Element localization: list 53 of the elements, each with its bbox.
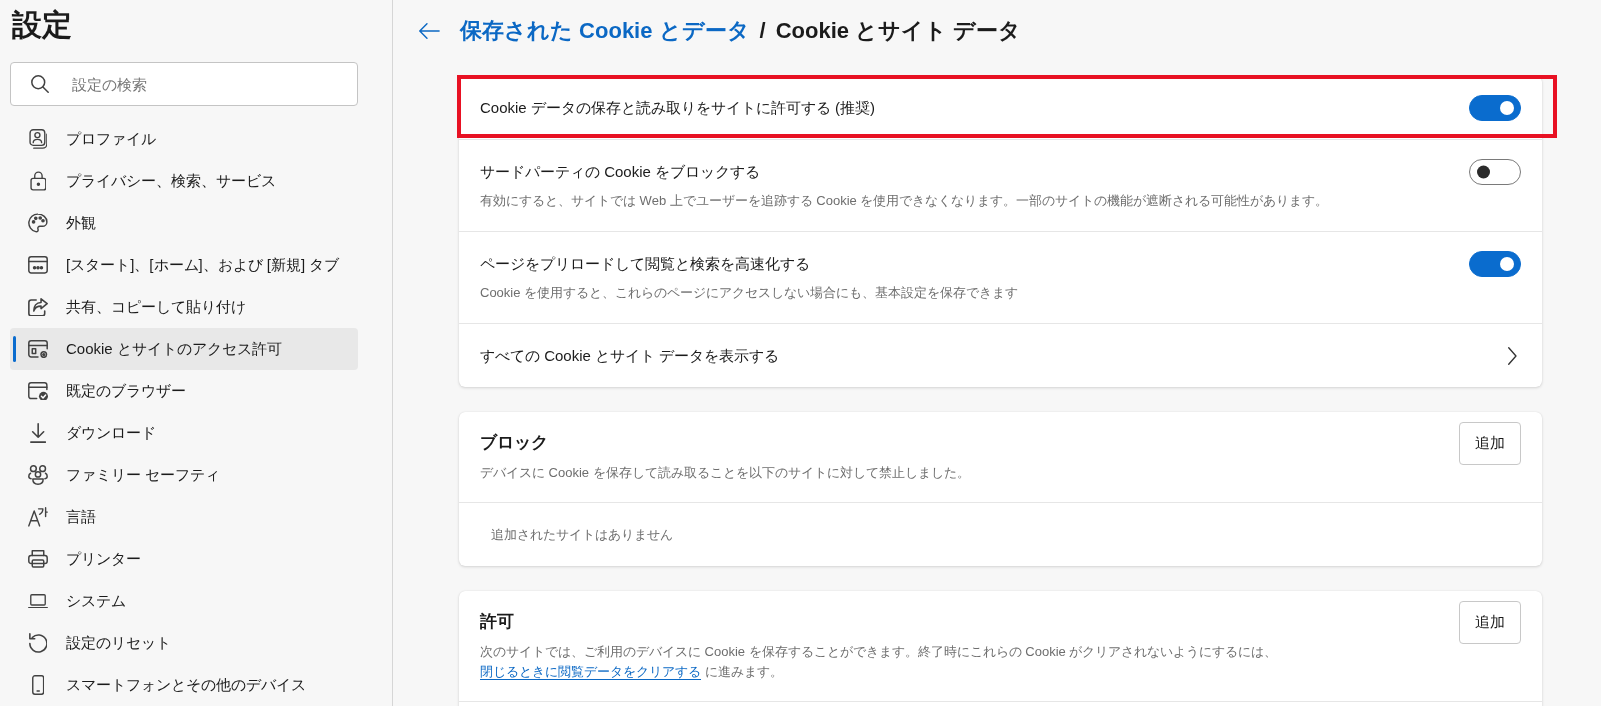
sidebar-item[interactable]: 言語 bbox=[10, 496, 358, 538]
chevron-right-icon bbox=[1508, 346, 1517, 365]
palette-icon bbox=[28, 213, 48, 233]
setting-description: 有効にすると、サイトでは Web 上でユーザーを追跡する Cookie を使用できなくなります。一部のサイトの機能が遮断される可能性があります。 bbox=[480, 192, 1330, 210]
sidebar-item[interactable]: 既定のブラウザー bbox=[10, 370, 358, 412]
sidebar-item[interactable]: システム bbox=[10, 580, 358, 622]
toggle-switch[interactable] bbox=[1469, 159, 1521, 185]
person-card-icon bbox=[28, 129, 48, 149]
setting-label: Cookie データの保存と読み取りをサイトに許可する (推奨) bbox=[480, 97, 877, 118]
sidebar-item[interactable]: プロファイル bbox=[10, 118, 358, 160]
breadcrumb-separator: / bbox=[759, 18, 766, 44]
search-field[interactable]: 設定の検索 bbox=[10, 62, 358, 106]
sidebar-item[interactable]: 共有、コピーして貼り付け bbox=[10, 286, 358, 328]
empty-state-text: 追加されたサイトはありません bbox=[491, 525, 673, 544]
add-button[interactable]: 追加 bbox=[1459, 422, 1521, 465]
download-icon bbox=[29, 423, 47, 443]
toggle-switch[interactable] bbox=[1469, 251, 1521, 277]
phone-icon bbox=[31, 675, 45, 695]
laptop-icon bbox=[28, 593, 48, 609]
sidebar-title: 設定 bbox=[11, 7, 73, 43]
setting-label: サードパーティの Cookie をブロックする bbox=[480, 162, 762, 182]
window-dots-icon bbox=[28, 256, 48, 274]
window-check-icon bbox=[28, 381, 48, 401]
section-description: 次のサイトでは、ご利用のデバイスに Cookie を保存することができます。終了時にこれらの Cookie がクリアされないようにするには、 閉じるときに閲覧データをクリアする に進みます。 bbox=[480, 643, 1279, 681]
search-icon bbox=[31, 75, 49, 93]
sidebar-item[interactable]: [スタート]、[ホーム]、および [新規] タブ bbox=[10, 244, 358, 286]
reset-icon bbox=[28, 633, 48, 653]
nav-row[interactable]: すべての Cookie とサイト データを表示する bbox=[459, 323, 1542, 387]
share-icon bbox=[28, 297, 48, 317]
back-arrow-icon bbox=[419, 23, 440, 39]
add-button[interactable]: 追加 bbox=[1459, 601, 1521, 644]
toggle-switch[interactable] bbox=[1469, 94, 1521, 121]
setting-description: Cookie を使用すると、これらのページにアクセスしない場合にも、基本設定を保存できます bbox=[480, 284, 1020, 302]
sidebar-item[interactable]: ダウンロード bbox=[10, 412, 358, 454]
people-icon bbox=[28, 465, 48, 485]
printer-icon bbox=[28, 550, 48, 568]
clear-data-link[interactable]: 閉じるときに閲覧データをクリアする bbox=[480, 664, 701, 679]
sidebar-item[interactable]: ファミリー セーフティ bbox=[10, 454, 358, 496]
window-gear-icon bbox=[28, 339, 48, 359]
sidebar-item[interactable]: プライバシー、検索、サービス bbox=[10, 160, 358, 202]
sidebar-item[interactable]: スマートフォンとその他のデバイス bbox=[10, 664, 358, 706]
sidebar-item[interactable]: 外観 bbox=[10, 202, 358, 244]
sidebar-item[interactable]: 設定のリセット bbox=[10, 622, 358, 664]
language-icon bbox=[28, 507, 48, 527]
sidebar-item[interactable]: Cookie とサイトのアクセス許可 bbox=[10, 328, 358, 370]
page-title: Cookie とサイト データ bbox=[775, 17, 1022, 45]
breadcrumb-link[interactable]: 保存された Cookie とデータ bbox=[460, 16, 750, 46]
section-description: デバイスに Cookie を保存して読み取ることを以下のサイトに対して禁止しました。 bbox=[480, 464, 971, 482]
section-title: ブロック bbox=[480, 433, 549, 453]
section-title: 許可 bbox=[480, 612, 515, 632]
sidebar-item[interactable]: プリンター bbox=[10, 538, 358, 580]
lock-icon bbox=[29, 171, 47, 191]
setting-label: ページをプリロードして閲覧と検索を高速化する bbox=[480, 254, 811, 274]
